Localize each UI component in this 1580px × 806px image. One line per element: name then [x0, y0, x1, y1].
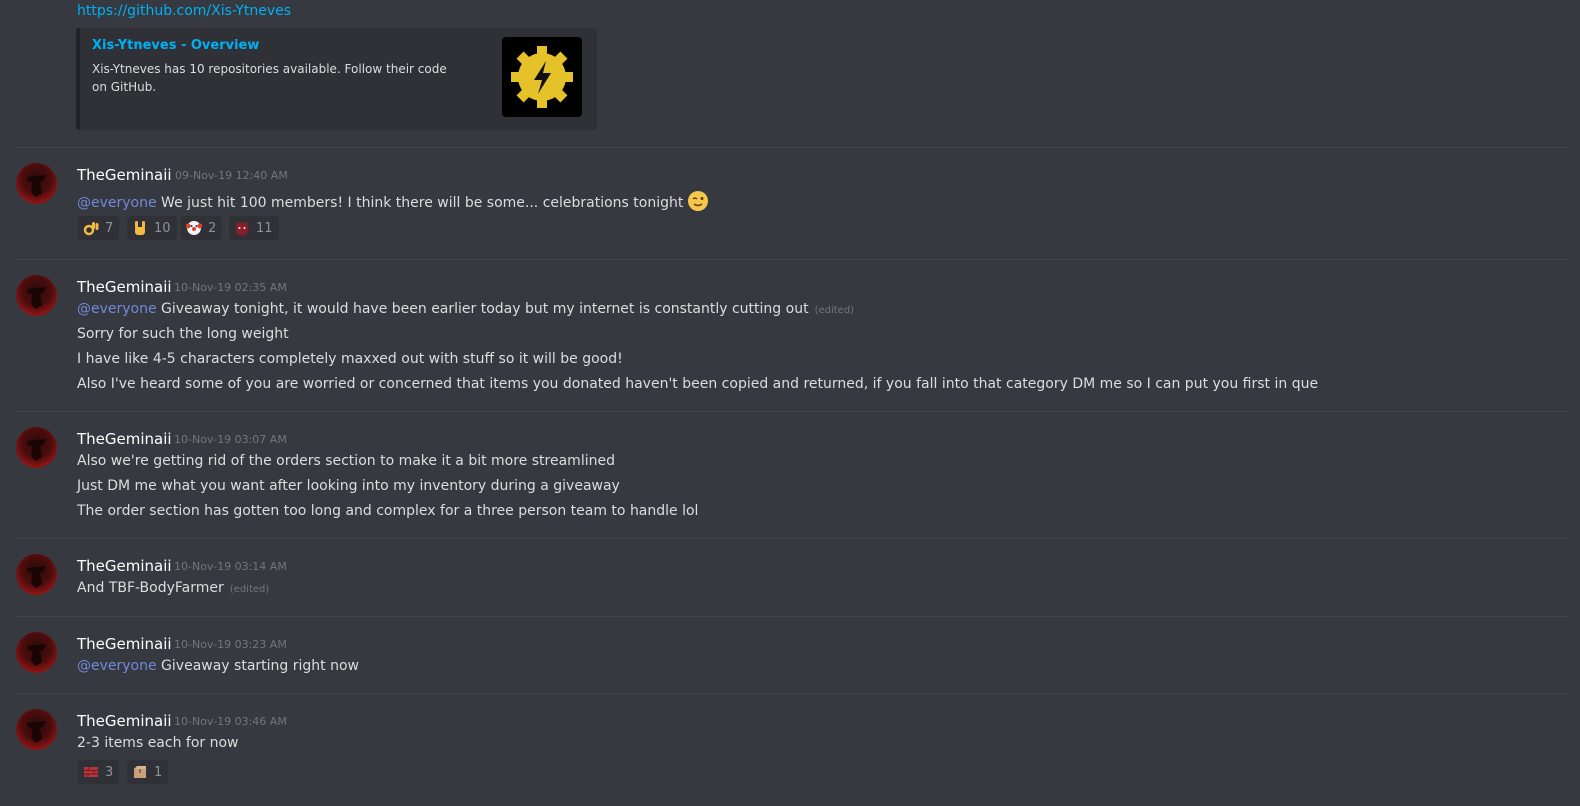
link-embed: Xis-Ytneves - Overview Xis-Ytneves has 1… [76, 28, 597, 130]
mention-everyone[interactable]: @everyone [77, 658, 157, 674]
avatar[interactable] [16, 632, 57, 673]
message-divider [16, 616, 1568, 617]
message-text: And TBF-BodyFarmer (edited) [77, 580, 269, 596]
reaction-package[interactable]: 1 [127, 760, 169, 784]
timestamp: 09-Nov-19 12:40 AM [175, 169, 288, 182]
username[interactable]: TheGeminaii [77, 635, 172, 653]
package-emoji [132, 764, 148, 780]
username[interactable]: TheGeminaii [77, 712, 172, 730]
reaction-ok-hand[interactable]: 7 [78, 216, 120, 240]
message-text: Sorry for such the long weight [77, 326, 289, 342]
message-divider [16, 693, 1568, 694]
timestamp: 10-Nov-19 03:07 AM [174, 433, 287, 446]
message-text: @everyone We just hit 100 members! I thi… [77, 190, 709, 212]
avatar[interactable] [16, 554, 57, 595]
reaction-count: 1 [154, 764, 163, 780]
ok-hand-emoji [83, 220, 99, 236]
message-text: @everyone Giveaway starting right now [77, 658, 359, 674]
username[interactable]: TheGeminaii [77, 166, 172, 184]
message-divider [16, 411, 1568, 412]
lightning-gear-icon[interactable] [502, 37, 582, 117]
message-content: Giveaway tonight, it would have been ear… [156, 301, 809, 317]
reaction-brick[interactable]: 3 [78, 760, 120, 784]
winking-face-emoji [687, 190, 709, 212]
timestamp: 10-Nov-19 02:35 AM [174, 281, 287, 294]
reaction-count: 7 [105, 220, 114, 236]
rock-hand-emoji [132, 220, 148, 236]
message-text: 2-3 items each for now [77, 735, 239, 751]
reaction-count: 11 [256, 220, 273, 236]
message-content: And TBF-BodyFarmer [77, 580, 224, 596]
embed-title[interactable]: Xis-Ytneves - Overview [92, 38, 259, 53]
github-link[interactable]: https://github.com/Xis-Ytneves [77, 3, 291, 19]
brick-emoji [83, 764, 99, 780]
reaction-clown-face[interactable]: 2 [181, 216, 223, 240]
timestamp: 10-Nov-19 03:23 AM [174, 638, 287, 651]
timestamp: 10-Nov-19 03:14 AM [174, 560, 287, 573]
reaction-count: 10 [154, 220, 171, 236]
username[interactable]: TheGeminaii [77, 278, 172, 296]
timestamp: 10-Nov-19 03:46 AM [174, 715, 287, 728]
chat-messages: https://github.com/Xis-Ytneves Xis-Ytnev… [0, 0, 1580, 806]
avatar[interactable] [16, 709, 57, 750]
reaction-rock-hand[interactable]: 10 [127, 216, 177, 240]
message-text: Also we're getting rid of the orders sec… [77, 453, 615, 469]
message-divider [16, 147, 1568, 148]
avatar[interactable] [16, 427, 57, 468]
mention-everyone[interactable]: @everyone [77, 195, 157, 211]
embed-description: Xis-Ytneves has 10 repositories availabl… [92, 62, 447, 94]
avatar[interactable] [16, 163, 57, 204]
edited-label: (edited) [229, 584, 270, 595]
message-text: Just DM me what you want after looking i… [77, 478, 620, 494]
message-text: Also I've heard some of you are worried … [77, 376, 1319, 392]
reaction-count: 3 [105, 764, 114, 780]
clown-face-emoji [185, 220, 203, 236]
message-divider [16, 259, 1568, 260]
message-content: We just hit 100 members! I think there w… [156, 195, 684, 211]
devil-face-emoji [234, 220, 250, 236]
mention-everyone[interactable]: @everyone [77, 301, 157, 317]
message-text: The order section has gotten too long an… [77, 503, 699, 519]
username[interactable]: TheGeminaii [77, 430, 172, 448]
message-divider [16, 538, 1568, 539]
message-text: I have like 4-5 characters completely ma… [77, 351, 623, 367]
edited-label: (edited) [814, 305, 855, 316]
message-content: Giveaway starting right now [156, 658, 359, 674]
message-text: @everyone Giveaway tonight, it would hav… [77, 301, 854, 317]
username[interactable]: TheGeminaii [77, 557, 172, 575]
reaction-count: 2 [208, 220, 217, 236]
reaction-devil-face[interactable]: 11 [229, 216, 279, 240]
avatar[interactable] [16, 275, 57, 316]
